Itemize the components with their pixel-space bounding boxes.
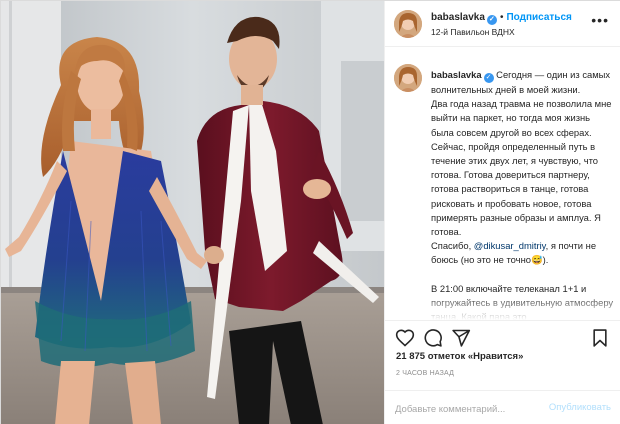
caption-text: babaslavka ✓ Сегодня — один из самых волн… bbox=[431, 68, 615, 320]
post-photo[interactable] bbox=[1, 1, 384, 424]
dancers-photo bbox=[1, 1, 384, 424]
avatar[interactable] bbox=[394, 10, 422, 38]
caption-area: babaslavka ✓ Сегодня — один из самых волн… bbox=[385, 48, 620, 320]
caption-paragraph-3: Сейчас, пройдя определенный путь в течен… bbox=[431, 140, 601, 238]
heart-icon[interactable] bbox=[395, 328, 415, 348]
caption-verified-badge-icon: ✓ bbox=[483, 73, 494, 83]
caption-avatar[interactable] bbox=[394, 64, 422, 92]
comment-bar: Опубликовать bbox=[385, 390, 620, 424]
post-header: babaslavka ✓ • Подписаться 12-й Павильон ВД… bbox=[385, 1, 620, 47]
comment-icon[interactable] bbox=[423, 328, 443, 348]
header-user-line: babaslavka ✓ • Подписаться bbox=[431, 12, 572, 25]
publish-button[interactable]: Опубликовать bbox=[549, 402, 611, 413]
verified-badge-icon: ✓ bbox=[486, 15, 497, 25]
avatar-image bbox=[394, 10, 422, 38]
post-timestamp[interactable]: 2 ЧАСОВ НАЗАД bbox=[396, 370, 454, 377]
action-bar bbox=[385, 320, 620, 354]
likes-suffix: отметок «Нравится» bbox=[427, 351, 524, 362]
bookmark-icon[interactable] bbox=[590, 328, 610, 348]
instagram-post: babaslavka ✓ • Подписаться 12-й Павильон ВД… bbox=[0, 0, 620, 424]
mention-link[interactable]: @dikusar_dmitriy bbox=[474, 240, 546, 251]
caption-avatar-image bbox=[394, 64, 422, 92]
header-username[interactable]: babaslavka bbox=[431, 12, 485, 23]
comment-input[interactable] bbox=[395, 401, 545, 417]
likes-count[interactable]: 21 875 отметок «Нравится» bbox=[396, 351, 523, 362]
caption-paragraph-thanks: Спасибо, @dikusar_dmitriy, я почти не бо… bbox=[431, 239, 615, 267]
post-sidebar: babaslavka ✓ • Подписаться 12-й Павильон ВД… bbox=[384, 1, 620, 424]
caption-paragraph-2: Два года назад травма не позволила мне в… bbox=[431, 98, 612, 138]
thanks-prefix: Спасибо, bbox=[431, 240, 472, 252]
paper-plane-icon[interactable] bbox=[451, 328, 471, 348]
caption-paragraph-1: babaslavka ✓ Сегодня — один из самых волн… bbox=[431, 68, 615, 97]
bookmark-icon-glyph bbox=[593, 329, 607, 347]
separator-dot: • bbox=[499, 12, 504, 23]
caption-username[interactable]: babaslavka bbox=[431, 69, 482, 80]
paper-plane-icon-glyph bbox=[452, 329, 471, 347]
more-options-icon[interactable]: ••• bbox=[591, 13, 609, 27]
caption-fade bbox=[385, 294, 620, 320]
follow-button[interactable]: Подписаться bbox=[506, 12, 571, 23]
location-link[interactable]: 12-й Павильон ВДНХ bbox=[431, 27, 515, 37]
likes-number: 21 875 bbox=[396, 351, 426, 362]
comment-icon-glyph bbox=[424, 329, 442, 347]
heart-icon-glyph bbox=[395, 329, 415, 347]
